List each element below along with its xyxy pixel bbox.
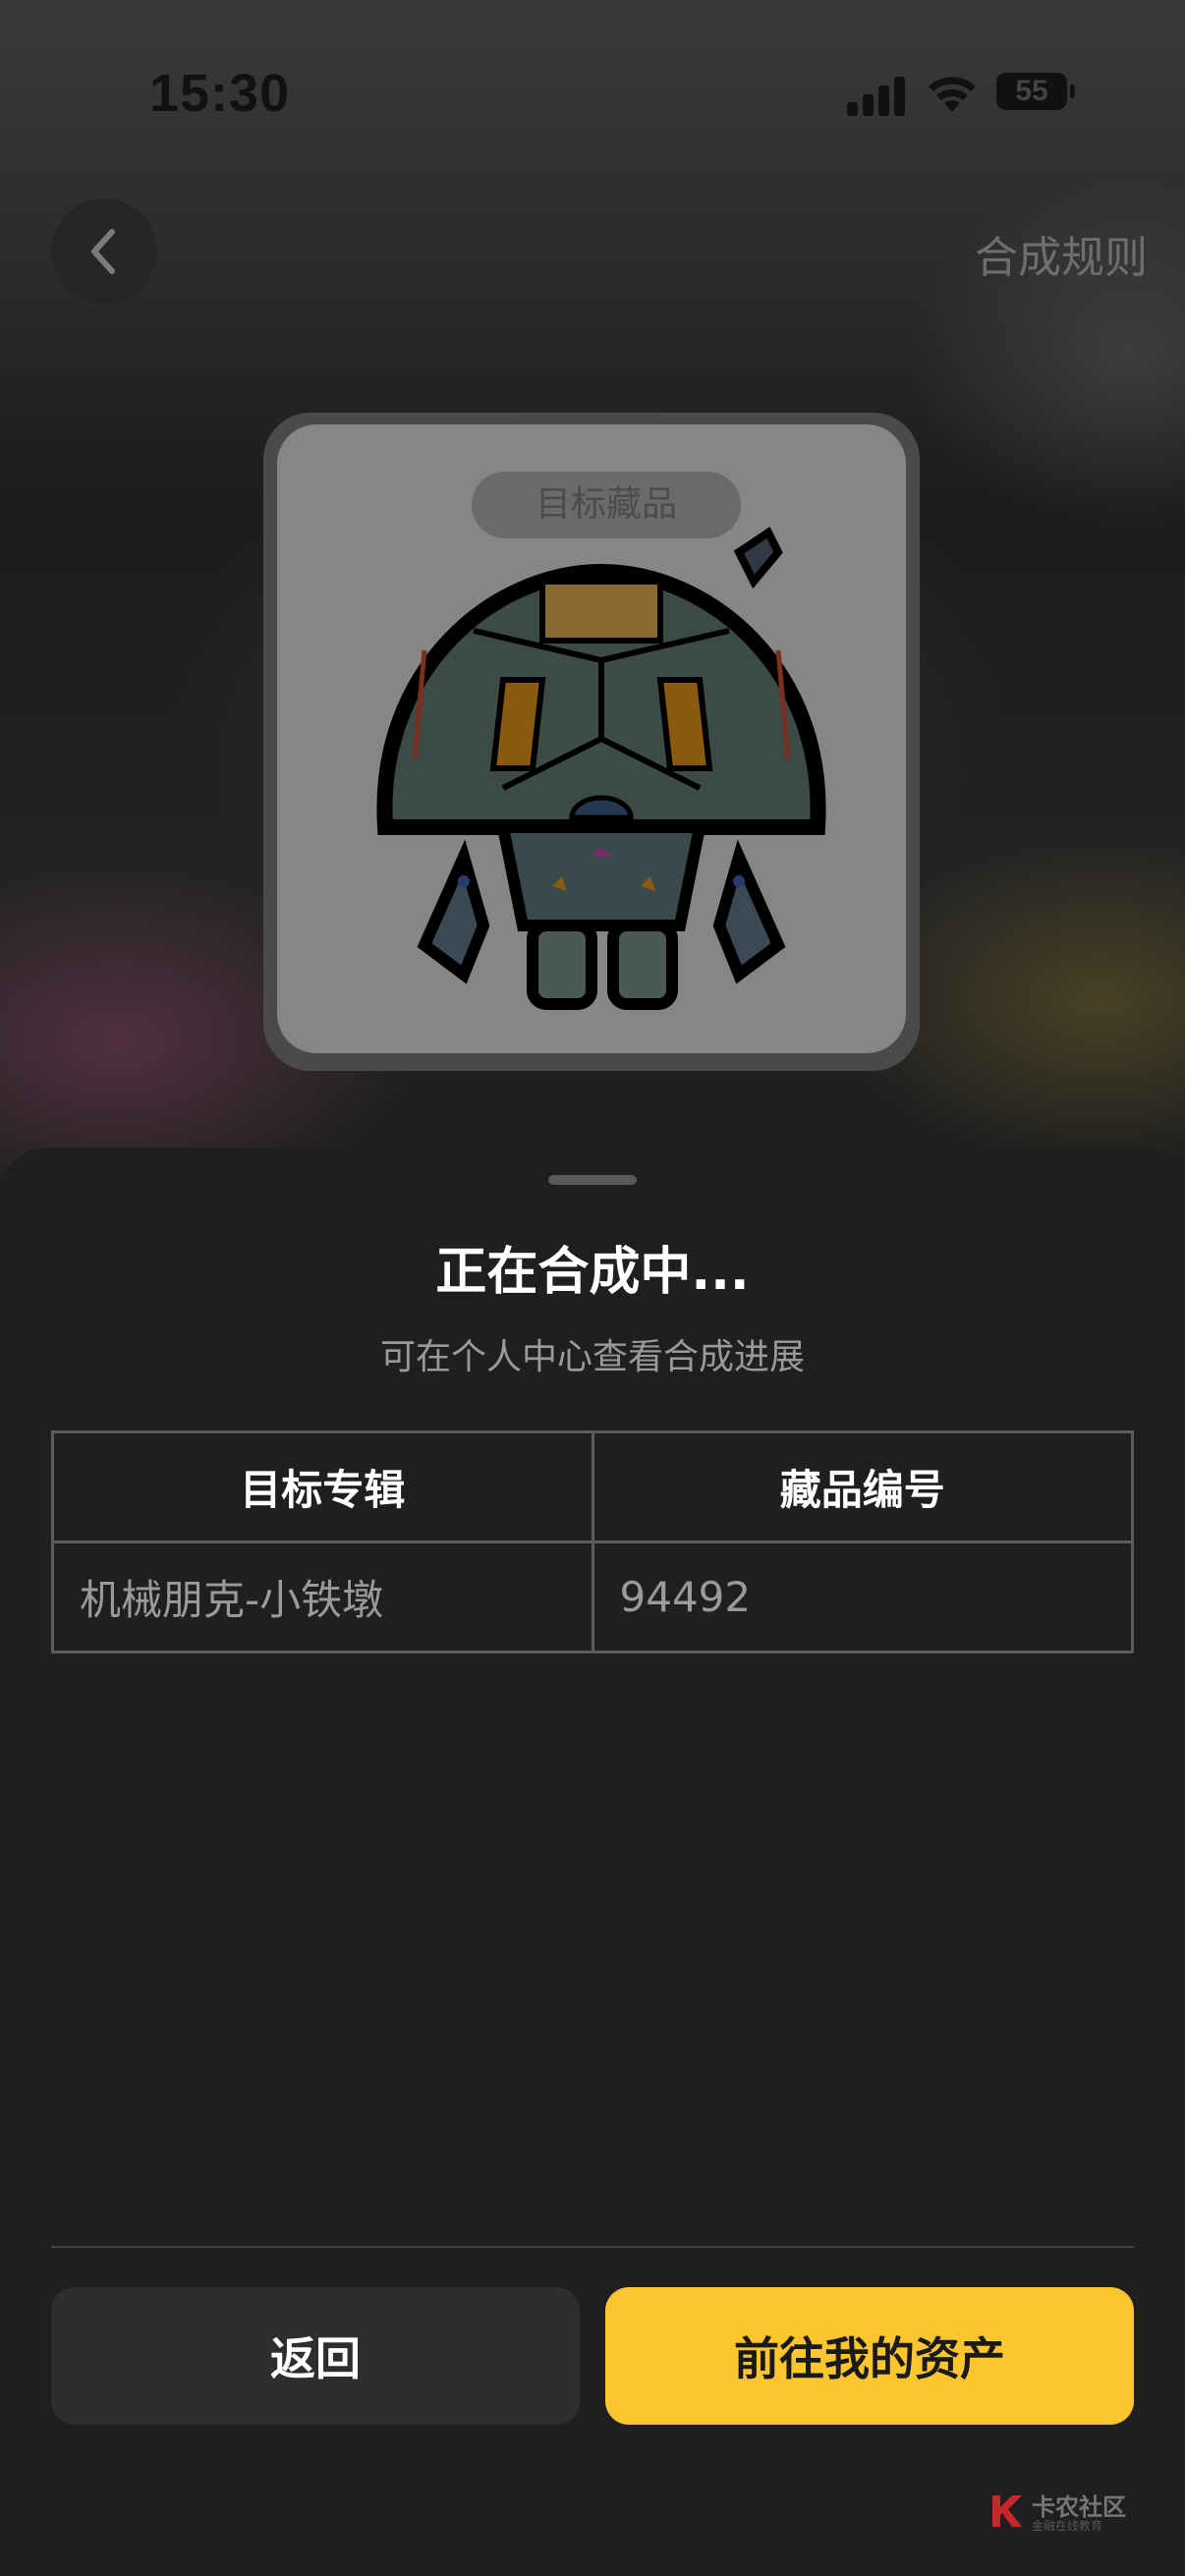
synthesis-status-sheet: 正在合成中... 可在个人中心查看合成进展 目标专辑 藏品编号 机械朋克-小铁墩… bbox=[0, 1148, 1185, 2576]
table-row: 机械朋克-小铁墩 94492 bbox=[51, 1540, 1134, 1653]
synthesis-rules-link[interactable]: 合成规则 bbox=[975, 222, 1148, 285]
collectible-image-frame: 目标藏品 bbox=[277, 424, 906, 1053]
battery-level: 55 bbox=[1015, 75, 1048, 107]
watermark-subtext: 金融在线教育 bbox=[1032, 2519, 1103, 2533]
synthesis-info-table: 目标专辑 藏品编号 机械朋克-小铁墩 94492 bbox=[51, 1430, 1134, 1653]
serial-number-cell: 94492 bbox=[591, 1540, 1134, 1653]
sheet-subtitle: 可在个人中心查看合成进展 bbox=[379, 1337, 805, 1377]
divider bbox=[51, 2246, 1134, 2248]
back-button[interactable] bbox=[51, 198, 157, 305]
table-header-row: 目标专辑 藏品编号 bbox=[51, 1430, 1134, 1543]
kanong-logo-icon bbox=[992, 2495, 1022, 2527]
battery-icon: 55 bbox=[996, 73, 1075, 110]
target-collectible-tag: 目标藏品 bbox=[472, 472, 741, 538]
table-header-serial: 藏品编号 bbox=[591, 1430, 1134, 1543]
status-time: 15:30 bbox=[149, 64, 291, 123]
chevron-left-icon bbox=[91, 229, 115, 274]
sheet-title: 正在合成中... bbox=[435, 1243, 750, 1302]
sheet-drag-handle[interactable] bbox=[548, 1175, 637, 1185]
target-collectible-card: 目标藏品 bbox=[263, 413, 920, 1071]
back-button-bottom[interactable]: 返回 bbox=[51, 2287, 580, 2425]
table-header-album: 目标专辑 bbox=[51, 1430, 594, 1543]
wifi-icon bbox=[929, 77, 976, 112]
watermark: 卡农社区 金融在线教育 bbox=[987, 2488, 1144, 2535]
status-icons: 55 bbox=[847, 71, 1083, 120]
signal-icon bbox=[847, 75, 906, 116]
robot-collectible-illustration bbox=[376, 527, 826, 1010]
go-to-my-assets-button[interactable]: 前往我的资产 bbox=[605, 2287, 1134, 2425]
album-name-cell: 机械朋克-小铁墩 bbox=[51, 1540, 594, 1653]
